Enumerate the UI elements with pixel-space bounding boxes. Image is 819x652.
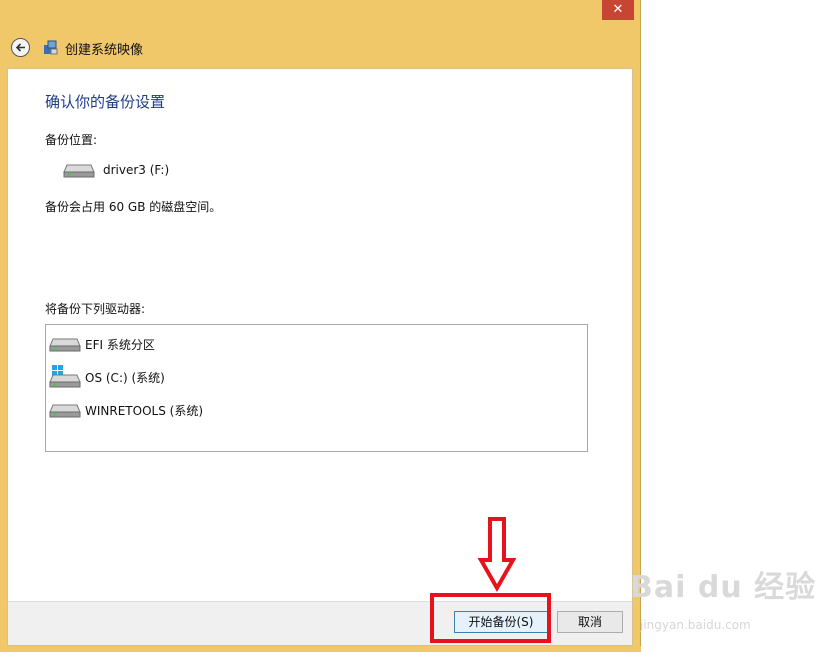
list-item[interactable]: WINRETOOLS (系统) xyxy=(49,401,203,419)
drive-icon xyxy=(49,404,81,418)
cancel-button[interactable]: 取消 xyxy=(557,611,623,633)
list-item[interactable]: OS (C:) (系统) xyxy=(49,365,165,389)
backup-location-label: 备份位置: xyxy=(45,133,98,147)
backup-location-drive: driver3 (F:) xyxy=(63,161,169,179)
back-button[interactable] xyxy=(11,38,30,57)
bottom-frame-strip xyxy=(0,646,641,652)
drive-name: EFI 系统分区 xyxy=(85,337,155,352)
close-button[interactable]: ✕ xyxy=(602,0,634,20)
list-item[interactable]: EFI 系统分区 xyxy=(49,335,155,353)
back-arrow-icon xyxy=(15,43,25,52)
drives-label: 将备份下列驱动器: xyxy=(45,302,146,316)
drive-icon xyxy=(63,164,95,178)
window-title: 创建系统映像 xyxy=(65,43,144,58)
drive-icon xyxy=(49,338,81,352)
drive-name: OS (C:) (系统) xyxy=(85,370,165,385)
page-heading: 确认你的备份设置 xyxy=(45,93,166,111)
content-panel: 确认你的备份设置 备份位置: driver3 (F:) 备份会占用 60 GB … xyxy=(7,68,633,602)
watermark-logo: Bai du 经验 xyxy=(630,570,817,605)
annotation-highlight-box xyxy=(430,593,551,643)
annotation-arrow-icon xyxy=(478,517,516,592)
watermark-url: jingyan.baidu.com xyxy=(640,618,751,632)
system-image-icon xyxy=(44,40,58,55)
windows-drive-icon xyxy=(49,365,81,388)
drive-list[interactable]: EFI 系统分区 OS (C:) (系统) WINRETOOLS (系统) xyxy=(45,324,588,452)
space-note: 备份会占用 60 GB 的磁盘空间。 xyxy=(45,200,222,214)
drive-name: WINRETOOLS (系统) xyxy=(85,403,204,418)
title-bar: 创建系统映像 xyxy=(0,30,641,66)
backup-location-drive-label: driver3 (F:) xyxy=(103,163,170,177)
close-icon: ✕ xyxy=(612,2,624,17)
